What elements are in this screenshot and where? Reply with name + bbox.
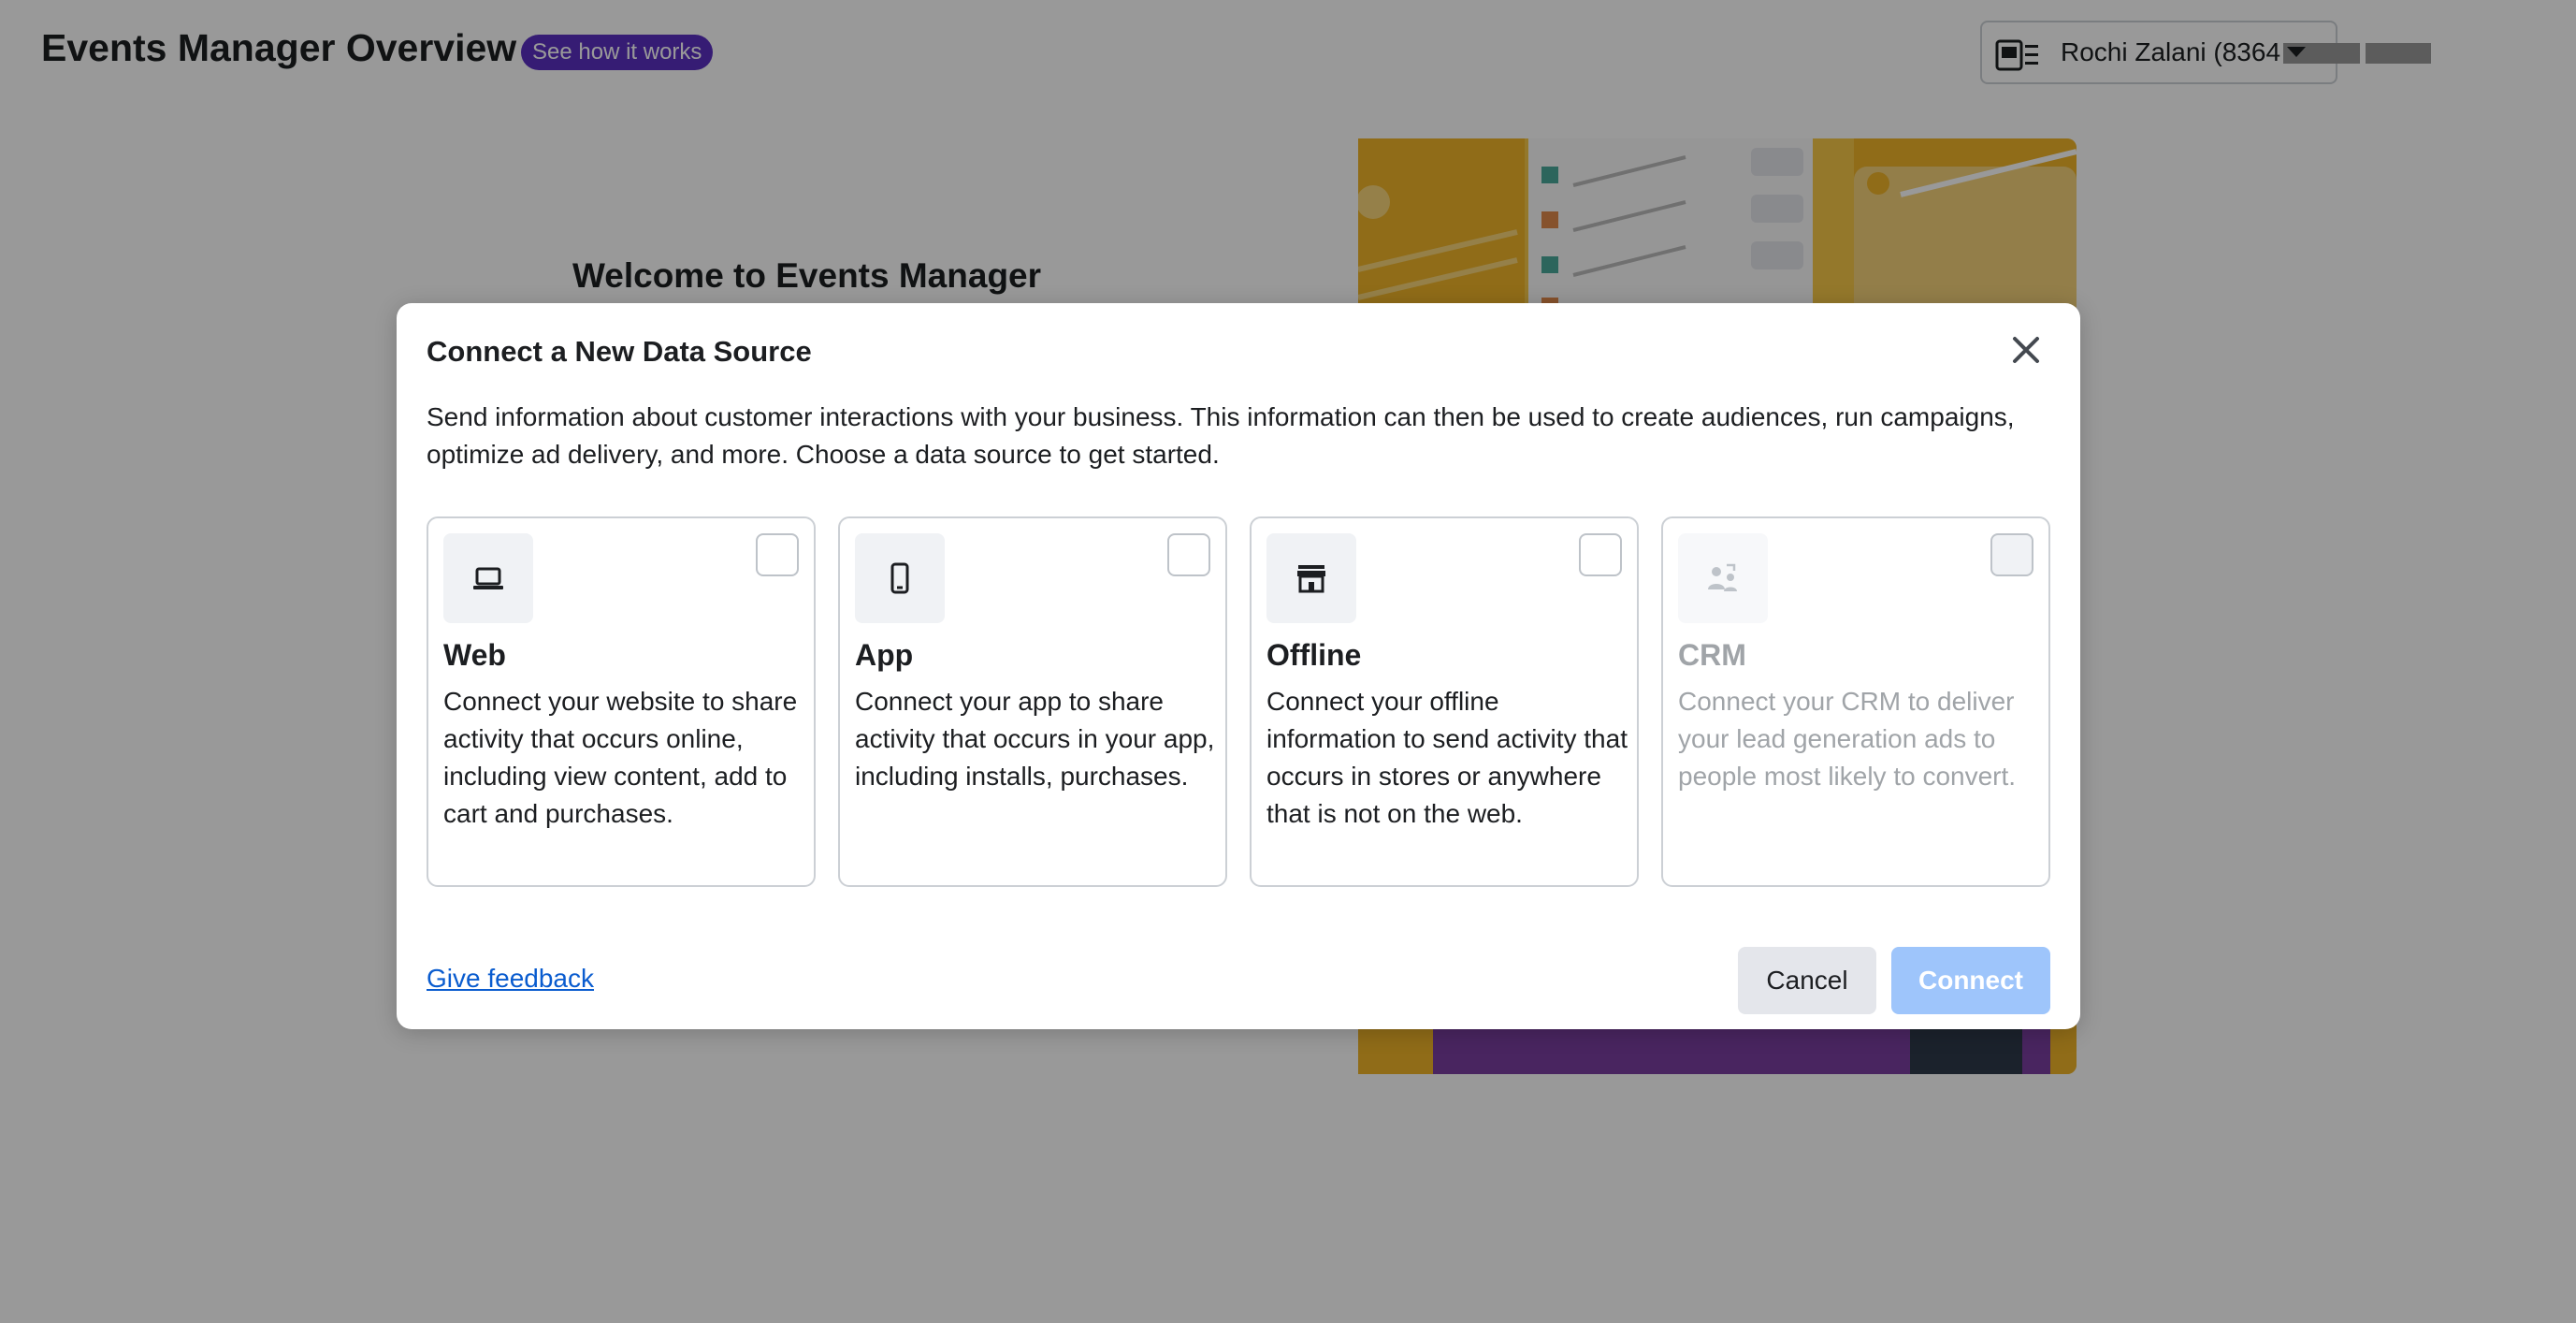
source-title: Web bbox=[443, 638, 506, 672]
people-sync-icon bbox=[1708, 563, 1737, 591]
source-card-web[interactable]: Web Connect your website to share activi… bbox=[427, 516, 816, 887]
source-checkbox-crm bbox=[1990, 533, 2033, 576]
source-description: Connect your CRM to deliver your lead ge… bbox=[1678, 687, 2017, 791]
source-card-app[interactable]: App Connect your app to share activity t… bbox=[838, 516, 1227, 887]
laptop-icon bbox=[473, 567, 503, 589]
source-description: Connect your website to share activity t… bbox=[443, 687, 798, 828]
source-description: Connect your app to share activity that … bbox=[855, 687, 1215, 791]
source-checkbox-app[interactable] bbox=[1167, 533, 1210, 576]
source-card-crm: CRM Connect your CRM to deliver your lea… bbox=[1661, 516, 2050, 887]
storefront-icon bbox=[1297, 565, 1325, 593]
close-button[interactable] bbox=[2005, 329, 2047, 371]
source-checkbox-offline[interactable] bbox=[1579, 533, 1622, 576]
cancel-button[interactable]: Cancel bbox=[1738, 947, 1876, 1014]
dialog-description: Send information about customer interact… bbox=[427, 402, 2015, 469]
data-source-options: Web Connect your website to share activi… bbox=[427, 516, 2050, 887]
source-card-offline[interactable]: Offline Connect your offline information… bbox=[1250, 516, 1639, 887]
give-feedback-link[interactable]: Give feedback bbox=[427, 964, 594, 994]
mobile-phone-icon bbox=[890, 562, 909, 594]
source-title: Offline bbox=[1266, 638, 1362, 672]
source-checkbox-web[interactable] bbox=[756, 533, 799, 576]
close-icon bbox=[2013, 337, 2039, 363]
dialog-title: Connect a New Data Source bbox=[427, 335, 812, 368]
source-title: App bbox=[855, 638, 914, 672]
source-description: Connect your offline information to send… bbox=[1266, 687, 1628, 828]
connect-button: Connect bbox=[1891, 947, 2050, 1014]
connect-data-source-dialog: Connect a New Data Source Send informati… bbox=[397, 303, 2080, 1029]
source-title: CRM bbox=[1678, 638, 1746, 672]
